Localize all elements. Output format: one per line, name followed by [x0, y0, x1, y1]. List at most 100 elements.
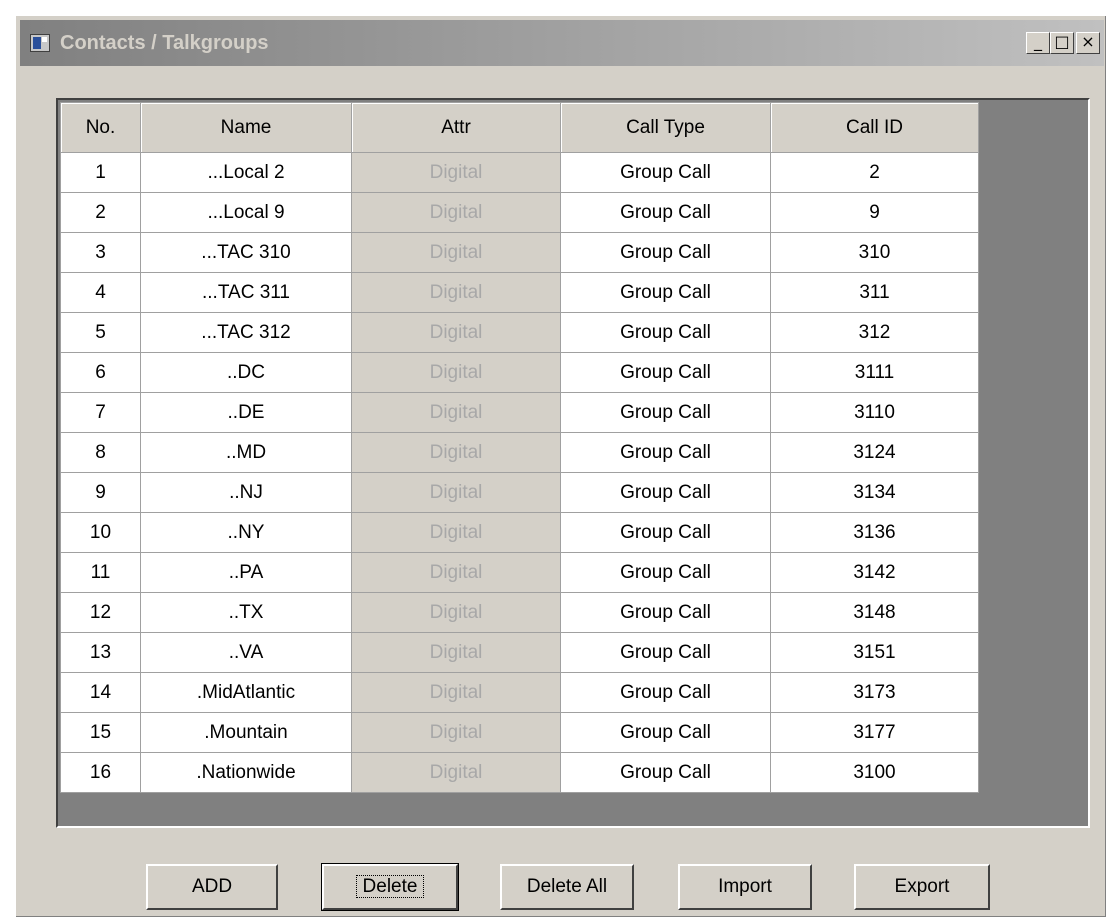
cell-no[interactable]: 11 — [60, 552, 141, 593]
cell-no[interactable]: 14 — [60, 672, 141, 713]
table-row[interactable]: 1 ...Local 2 Digital Group Call 2 — [60, 152, 979, 193]
cell-call-id[interactable]: 3124 — [770, 432, 979, 473]
cell-no[interactable]: 4 — [60, 272, 141, 313]
cell-call-type[interactable]: Group Call — [560, 352, 771, 393]
cell-call-id[interactable]: 3134 — [770, 472, 979, 513]
cell-call-type[interactable]: Group Call — [560, 152, 771, 193]
cell-name[interactable]: ..VA — [140, 632, 352, 673]
cell-name[interactable]: ..DE — [140, 392, 352, 433]
cell-name[interactable]: ...Local 2 — [140, 152, 352, 193]
cell-call-id[interactable]: 3173 — [770, 672, 979, 713]
cell-call-id[interactable]: 2 — [770, 152, 979, 193]
cell-no[interactable]: 3 — [60, 232, 141, 273]
table-row[interactable]: 16 .Nationwide Digital Group Call 3100 — [60, 752, 979, 793]
cell-call-type[interactable]: Group Call — [560, 672, 771, 713]
table-row[interactable]: 12 ..TX Digital Group Call 3148 — [60, 592, 979, 633]
cell-name[interactable]: ..DC — [140, 352, 352, 393]
cell-attr[interactable]: Digital — [351, 272, 561, 313]
maximize-button[interactable]: □ — [1050, 32, 1074, 54]
cell-attr[interactable]: Digital — [351, 232, 561, 273]
cell-call-type[interactable]: Group Call — [560, 232, 771, 273]
cell-attr[interactable]: Digital — [351, 672, 561, 713]
table-row[interactable]: 4 ...TAC 311 Digital Group Call 311 — [60, 272, 979, 313]
cell-no[interactable]: 8 — [60, 432, 141, 473]
export-button[interactable]: Export — [854, 864, 990, 910]
cell-call-id[interactable]: 312 — [770, 312, 979, 353]
cell-no[interactable]: 9 — [60, 472, 141, 513]
cell-no[interactable]: 2 — [60, 192, 141, 233]
cell-attr[interactable]: Digital — [351, 712, 561, 753]
cell-attr[interactable]: Digital — [351, 752, 561, 793]
cell-call-type[interactable]: Group Call — [560, 752, 771, 793]
cell-call-id[interactable]: 3136 — [770, 512, 979, 553]
cell-name[interactable]: ..NY — [140, 512, 352, 553]
cell-call-id[interactable]: 3148 — [770, 592, 979, 633]
cell-no[interactable]: 13 — [60, 632, 141, 673]
cell-name[interactable]: ...Local 9 — [140, 192, 352, 233]
column-header-name[interactable]: Name — [140, 102, 352, 153]
cell-call-id[interactable]: 311 — [770, 272, 979, 313]
cell-call-id[interactable]: 3151 — [770, 632, 979, 673]
cell-call-id[interactable]: 310 — [770, 232, 979, 273]
cell-name[interactable]: .MidAtlantic — [140, 672, 352, 713]
delete-button[interactable]: Delete — [321, 863, 459, 911]
close-button[interactable]: × — [1076, 32, 1100, 54]
cell-name[interactable]: ..NJ — [140, 472, 352, 513]
cell-call-type[interactable]: Group Call — [560, 192, 771, 233]
import-button[interactable]: Import — [678, 864, 812, 910]
cell-attr[interactable]: Digital — [351, 392, 561, 433]
cell-call-id[interactable]: 3111 — [770, 352, 979, 393]
cell-no[interactable]: 15 — [60, 712, 141, 753]
add-button[interactable]: ADD — [146, 864, 278, 910]
cell-call-type[interactable]: Group Call — [560, 272, 771, 313]
cell-call-type[interactable]: Group Call — [560, 472, 771, 513]
cell-attr[interactable]: Digital — [351, 432, 561, 473]
table-row[interactable]: 2 ...Local 9 Digital Group Call 9 — [60, 192, 979, 233]
cell-attr[interactable]: Digital — [351, 512, 561, 553]
cell-attr[interactable]: Digital — [351, 592, 561, 633]
cell-no[interactable]: 12 — [60, 592, 141, 633]
cell-name[interactable]: .Nationwide — [140, 752, 352, 793]
table-row[interactable]: 3 ...TAC 310 Digital Group Call 310 — [60, 232, 979, 273]
cell-attr[interactable]: Digital — [351, 632, 561, 673]
cell-call-id[interactable]: 3177 — [770, 712, 979, 753]
cell-name[interactable]: ..PA — [140, 552, 352, 593]
table-row[interactable]: 6 ..DC Digital Group Call 3111 — [60, 352, 979, 393]
cell-name[interactable]: ...TAC 311 — [140, 272, 352, 313]
cell-attr[interactable]: Digital — [351, 472, 561, 513]
title-bar[interactable]: Contacts / Talkgroups _ □ × — [20, 20, 1104, 66]
table-row[interactable]: 11 ..PA Digital Group Call 3142 — [60, 552, 979, 593]
cell-call-type[interactable]: Group Call — [560, 632, 771, 673]
cell-attr[interactable]: Digital — [351, 192, 561, 233]
table-row[interactable]: 9 ..NJ Digital Group Call 3134 — [60, 472, 979, 513]
cell-call-type[interactable]: Group Call — [560, 592, 771, 633]
table-row[interactable]: 5 ...TAC 312 Digital Group Call 312 — [60, 312, 979, 353]
cell-name[interactable]: ...TAC 312 — [140, 312, 352, 353]
cell-call-type[interactable]: Group Call — [560, 512, 771, 553]
delete-all-button[interactable]: Delete All — [500, 864, 634, 910]
table-row[interactable]: 7 ..DE Digital Group Call 3110 — [60, 392, 979, 433]
table-row[interactable]: 13 ..VA Digital Group Call 3151 — [60, 632, 979, 673]
cell-attr[interactable]: Digital — [351, 152, 561, 193]
column-header-call-type[interactable]: Call Type — [560, 102, 771, 153]
cell-name[interactable]: ..MD — [140, 432, 352, 473]
cell-call-type[interactable]: Group Call — [560, 432, 771, 473]
column-header-attr[interactable]: Attr — [351, 102, 561, 153]
cell-no[interactable]: 5 — [60, 312, 141, 353]
column-header-call-id[interactable]: Call ID — [770, 102, 979, 153]
cell-call-id[interactable]: 3100 — [770, 752, 979, 793]
table-row[interactable]: 10 ..NY Digital Group Call 3136 — [60, 512, 979, 553]
column-header-no[interactable]: No. — [60, 102, 141, 153]
cell-call-type[interactable]: Group Call — [560, 392, 771, 433]
cell-attr[interactable]: Digital — [351, 352, 561, 393]
cell-call-id[interactable]: 3110 — [770, 392, 979, 433]
cell-call-type[interactable]: Group Call — [560, 712, 771, 753]
cell-call-id[interactable]: 3142 — [770, 552, 979, 593]
cell-call-type[interactable]: Group Call — [560, 552, 771, 593]
cell-no[interactable]: 7 — [60, 392, 141, 433]
cell-call-type[interactable]: Group Call — [560, 312, 771, 353]
cell-attr[interactable]: Digital — [351, 552, 561, 593]
cell-no[interactable]: 10 — [60, 512, 141, 553]
cell-attr[interactable]: Digital — [351, 312, 561, 353]
cell-no[interactable]: 6 — [60, 352, 141, 393]
